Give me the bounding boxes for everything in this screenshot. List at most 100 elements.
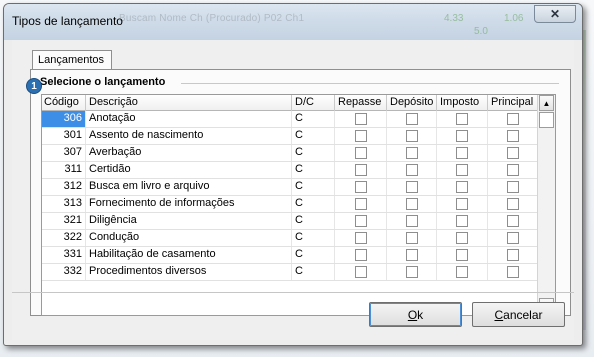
repasse-checkbox[interactable] — [354, 198, 367, 210]
table-row[interactable]: 301 Assento de nascimento C — [42, 128, 538, 145]
column-header-deposito[interactable]: Depósito — [387, 95, 437, 111]
principal-checkbox[interactable] — [506, 164, 519, 176]
background-ghost-number: 4.33 — [444, 13, 464, 24]
row-dc: C — [292, 196, 335, 212]
close-button[interactable]: ✕ — [534, 5, 576, 23]
principal-checkbox[interactable] — [506, 215, 519, 227]
repasse-checkbox[interactable] — [354, 181, 367, 193]
footer-divider — [12, 292, 574, 293]
tab-label: Lançamentos — [38, 54, 105, 66]
column-header-repasse[interactable]: Repasse — [335, 95, 387, 111]
column-header-imposto[interactable]: Imposto — [437, 95, 488, 111]
background-ghost-number: 1.06 — [504, 13, 524, 24]
row-dc: C — [292, 179, 335, 195]
background-ghost-text: Buscam Nome Ch (Procurado) P02 Ch1 — [119, 13, 305, 24]
table-row[interactable]: 307 Averbação C — [42, 145, 538, 162]
row-dc: C — [292, 162, 335, 178]
row-deposito-cell — [387, 247, 437, 263]
imposto-checkbox[interactable] — [456, 113, 468, 125]
row-repasse-cell — [335, 145, 387, 161]
table-row[interactable]: 322 Condução C — [42, 230, 538, 247]
repasse-checkbox[interactable] — [354, 266, 367, 278]
ok-button[interactable]: Ok — [369, 302, 462, 327]
deposito-checkbox[interactable] — [405, 198, 418, 210]
table-row[interactable]: 313 Fornecimento de informações C — [42, 196, 538, 213]
table-row[interactable]: 306 Anotação C — [42, 111, 538, 128]
principal-checkbox[interactable] — [506, 266, 519, 278]
repasse-checkbox[interactable] — [354, 130, 367, 142]
badge-number: 1 — [31, 80, 37, 92]
cancel-button[interactable]: Cancelar — [472, 302, 565, 327]
scroll-up-button[interactable]: ▲ — [539, 95, 554, 111]
row-description: Procedimentos diversos — [86, 264, 292, 280]
deposito-checkbox[interactable] — [405, 181, 418, 193]
deposito-checkbox[interactable] — [405, 215, 418, 227]
cancel-mnemonic: C — [494, 307, 504, 322]
row-deposito-cell — [387, 230, 437, 246]
row-imposto-cell — [437, 247, 488, 263]
table-row[interactable]: 311 Certidão C — [42, 162, 538, 179]
vertical-scrollbar[interactable]: ▲ ▼ — [537, 95, 555, 315]
principal-checkbox[interactable] — [506, 147, 519, 159]
deposito-checkbox[interactable] — [405, 130, 418, 142]
column-header-principal[interactable]: Principal — [488, 95, 538, 111]
deposito-checkbox[interactable] — [405, 147, 418, 159]
principal-checkbox[interactable] — [506, 181, 519, 193]
grid-header: Código Descrição D/C Repasse Depósito Im… — [42, 95, 538, 111]
imposto-checkbox[interactable] — [456, 249, 468, 261]
deposito-checkbox[interactable] — [405, 266, 418, 278]
row-principal-cell — [488, 230, 538, 246]
scroll-thumb[interactable] — [539, 112, 554, 128]
row-repasse-cell — [335, 264, 387, 280]
repasse-checkbox[interactable] — [354, 113, 367, 125]
imposto-checkbox[interactable] — [456, 215, 468, 227]
deposito-checkbox[interactable] — [405, 249, 418, 261]
table-row[interactable]: 331 Habilitação de casamento C — [42, 247, 538, 264]
table-row[interactable]: 321 Diligência C — [42, 213, 538, 230]
row-code: 301 — [42, 128, 86, 144]
principal-checkbox[interactable] — [506, 198, 519, 210]
deposito-checkbox[interactable] — [405, 113, 418, 125]
row-dc: C — [292, 213, 335, 229]
title-bar: Buscam Nome Ch (Procurado) P02 Ch1 4.33 … — [4, 4, 582, 40]
imposto-checkbox[interactable] — [456, 181, 468, 193]
table-row[interactable]: 332 Procedimentos diversos C — [42, 264, 538, 281]
column-header-codigo[interactable]: Código — [42, 95, 86, 111]
row-description: Assento de nascimento — [86, 128, 292, 144]
principal-checkbox[interactable] — [506, 249, 519, 261]
row-code: 331 — [42, 247, 86, 263]
repasse-checkbox[interactable] — [354, 232, 367, 244]
principal-checkbox[interactable] — [506, 130, 519, 142]
table-row[interactable]: 312 Busca em livro e arquivo C — [42, 179, 538, 196]
principal-checkbox[interactable] — [506, 232, 519, 244]
repasse-checkbox[interactable] — [354, 164, 367, 176]
row-principal-cell — [488, 162, 538, 178]
tab-lancamentos[interactable]: Lançamentos — [32, 50, 112, 70]
repasse-checkbox[interactable] — [354, 215, 367, 227]
column-header-descricao[interactable]: Descrição — [86, 95, 292, 111]
row-code: 332 — [42, 264, 86, 280]
background-ghost-number: 5.0 — [474, 26, 488, 37]
row-repasse-cell — [335, 162, 387, 178]
row-code: 313 — [42, 196, 86, 212]
imposto-checkbox[interactable] — [456, 232, 468, 244]
imposto-checkbox[interactable] — [456, 198, 468, 210]
imposto-checkbox[interactable] — [456, 147, 468, 159]
row-principal-cell — [488, 128, 538, 144]
cancel-label: ancelar — [503, 307, 543, 322]
row-description: Habilitação de casamento — [86, 247, 292, 263]
row-code: 306 — [42, 111, 86, 127]
imposto-checkbox[interactable] — [456, 130, 468, 142]
deposito-checkbox[interactable] — [405, 232, 418, 244]
principal-checkbox[interactable] — [506, 113, 519, 125]
row-deposito-cell — [387, 128, 437, 144]
imposto-checkbox[interactable] — [456, 164, 468, 176]
row-deposito-cell — [387, 264, 437, 280]
row-imposto-cell — [437, 128, 488, 144]
repasse-checkbox[interactable] — [354, 249, 367, 261]
column-header-dc[interactable]: D/C — [292, 95, 335, 111]
imposto-checkbox[interactable] — [456, 266, 468, 278]
row-repasse-cell — [335, 247, 387, 263]
deposito-checkbox[interactable] — [405, 164, 418, 176]
repasse-checkbox[interactable] — [354, 147, 367, 159]
